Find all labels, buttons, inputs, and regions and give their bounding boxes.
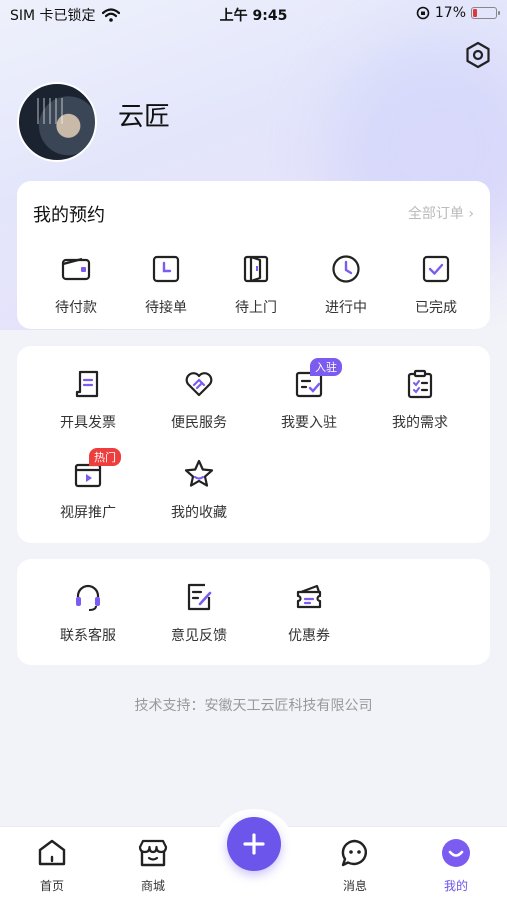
tab-messages[interactable]: 消息 [325, 837, 385, 894]
order-in-progress-label: 进行中 [325, 300, 367, 316]
support-customer-service-label: 联系客服 [60, 628, 116, 644]
profile-face-icon [442, 839, 470, 867]
order-pending-visit[interactable]: 待上门 [211, 253, 301, 317]
order-pending-visit-label: 待上门 [235, 300, 277, 316]
user-name[interactable]: 云匠 [118, 96, 170, 133]
door-icon [243, 255, 269, 283]
service-video-promo-label: 视屏推广 [60, 505, 116, 521]
order-completed[interactable]: 已完成 [391, 253, 481, 317]
handshake-heart-icon [185, 372, 213, 397]
clock-frame-icon [152, 255, 180, 283]
orientation-lock-icon [416, 6, 430, 20]
appointments-title: 我的预约 [33, 205, 105, 226]
service-favorites-label: 我的收藏 [171, 505, 227, 521]
battery-level [473, 9, 477, 17]
star-icon [184, 459, 214, 487]
message-icon [341, 839, 368, 867]
service-convenience-label: 便民服务 [171, 415, 227, 431]
clock-icon [332, 255, 360, 283]
tab-bar: 首页 商城 消息 我的 [0, 809, 507, 900]
wallet-icon [61, 257, 91, 281]
support-coupons-label: 优惠券 [288, 628, 330, 644]
tab-mall-label: 商城 [140, 879, 165, 893]
support-feedback-label: 意见反馈 [171, 628, 227, 644]
settings-icon[interactable] [463, 40, 493, 70]
support-customer-service[interactable]: 联系客服 [43, 581, 133, 645]
service-register[interactable]: 入驻 我要入驻 [264, 358, 354, 432]
support-feedback[interactable]: 意见反馈 [154, 581, 244, 645]
battery-percent: 17% [434, 5, 466, 21]
tab-mall[interactable]: 商城 [123, 837, 183, 894]
home-icon [38, 839, 66, 866]
service-video-promo[interactable]: 热门 视屏推广 [43, 448, 133, 522]
order-pending-accept[interactable]: 待接单 [121, 253, 211, 317]
service-invoice[interactable]: 开具发票 [43, 368, 133, 432]
plus-icon [243, 833, 265, 855]
order-pending-payment[interactable]: 待付款 [31, 253, 121, 317]
feedback-icon [187, 583, 212, 611]
all-orders-link[interactable]: 全部订单 › [408, 203, 474, 223]
support-card: 联系客服 意见反馈 优惠券 [17, 559, 490, 665]
service-invoice-label: 开具发票 [60, 415, 116, 431]
store-icon [138, 839, 168, 867]
service-favorites[interactable]: 我的收藏 [154, 458, 244, 522]
battery-icon [471, 7, 500, 19]
order-in-progress[interactable]: 进行中 [301, 253, 391, 317]
register-badge: 入驻 [310, 358, 342, 376]
support-coupons[interactable]: 优惠券 [264, 581, 354, 645]
clipboard-icon [407, 369, 433, 399]
services-card: 开具发票 便民服务 入驻 我要入驻 我的需求 热门 视屏推广 我的收藏 [17, 346, 490, 543]
headset-icon [76, 584, 100, 611]
hot-badge: 热门 [89, 448, 121, 466]
service-register-label: 我要入驻 [281, 415, 337, 431]
check-box-icon [422, 255, 450, 283]
avatar[interactable] [17, 82, 97, 162]
appointments-card: 我的预约 全部订单 › 待付款 待接单 待上门 进行中 已完成 [17, 181, 490, 329]
order-pending-accept-label: 待接单 [145, 300, 187, 316]
service-my-needs[interactable]: 我的需求 [375, 368, 465, 432]
service-convenience[interactable]: 便民服务 [154, 368, 244, 432]
tab-messages-label: 消息 [342, 879, 367, 893]
order-completed-label: 已完成 [415, 300, 457, 316]
add-button[interactable] [227, 817, 281, 871]
tab-home[interactable]: 首页 [22, 837, 82, 894]
invoice-icon [75, 370, 99, 398]
tab-home-label: 首页 [39, 879, 64, 893]
service-my-needs-label: 我的需求 [392, 415, 448, 431]
coupon-icon [296, 584, 322, 609]
status-right: 17% [416, 5, 500, 21]
tech-support-text: 技术支持：安徽天工云匠科技有限公司 [134, 698, 373, 714]
tab-mine-label: 我的 [443, 879, 468, 893]
status-bar: SIM 卡已锁定 上午 9:45 17% [0, 0, 507, 28]
tab-mine[interactable]: 我的 [426, 837, 486, 894]
order-pending-payment-label: 待付款 [55, 300, 97, 316]
